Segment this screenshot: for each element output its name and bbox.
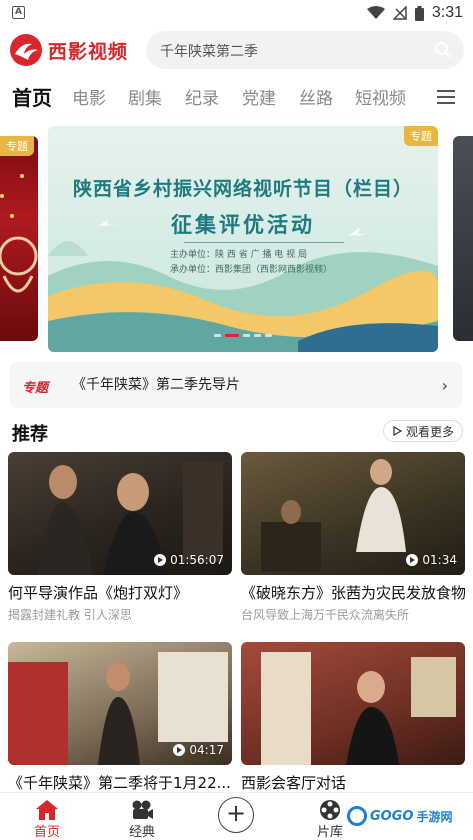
tab-home[interactable]: 首页 <box>12 82 52 111</box>
video-thumbnail[interactable] <box>241 642 465 765</box>
bottom-tab-classic[interactable]: 经典 <box>112 799 172 840</box>
status-icons: 3:31 <box>366 4 463 22</box>
film-camera-icon <box>132 800 153 819</box>
bottom-tab-label: 首页 <box>33 825 60 840</box>
banner-carousel[interactable]: 专题 专题 陕西省乡村振兴网络视听节目（栏目） 征集评优活动 主办单位：陕 西 … <box>0 126 473 354</box>
banner-subtitle: 征集评优活动 <box>171 213 315 237</box>
video-thumbnail[interactable]: 01:34 <box>241 452 465 575</box>
app-logo[interactable]: 西影视频 <box>10 32 140 68</box>
bottom-tab-label: 片库 <box>316 825 343 840</box>
video-subtitle: 台风导致上海万千民众流离失所 <box>241 608 410 622</box>
video-thumbnail[interactable]: 04:17 <box>8 642 232 765</box>
home-icon <box>36 800 58 820</box>
play-icon <box>406 554 419 566</box>
watermark-brand: GOGO <box>370 808 414 824</box>
tab-documentary[interactable]: 纪录 <box>185 84 219 109</box>
banner-tag: 专题 <box>404 126 438 146</box>
play-outline-icon <box>393 426 402 436</box>
watermark-logo-icon <box>347 806 367 826</box>
duration-text: 04:17 <box>189 743 224 757</box>
search-placeholder: 千年陕菜第二季 <box>160 44 258 60</box>
carousel-dot[interactable] <box>214 334 221 337</box>
tab-series[interactable]: 剧集 <box>128 84 162 109</box>
app-header: 西影视频 千年陕菜第二季 <box>0 28 473 72</box>
tab-short-video[interactable]: 短视频 <box>355 84 406 109</box>
lantern-art-icon <box>0 174 38 293</box>
clock: 3:31 <box>431 4 463 21</box>
banner-next-card[interactable] <box>453 136 473 341</box>
watermark-suffix: 手游网 <box>416 809 453 824</box>
search-bar[interactable]: 千年陕菜第二季 <box>146 31 464 69</box>
video-title: 西影会客厅对话 <box>241 774 347 792</box>
scene-figures-icon <box>261 652 456 765</box>
wifi-icon <box>366 6 385 19</box>
duration-text: 01:56:07 <box>170 553 224 567</box>
duration-text: 01:34 <box>422 553 457 567</box>
chevron-right-icon: › <box>441 376 448 395</box>
notice-text: 《千年陕菜》第二季先导片 <box>72 377 240 393</box>
no-signal-icon <box>392 6 407 20</box>
banner-prev-card[interactable]: 专题 <box>0 136 38 341</box>
search-icon[interactable] <box>434 41 452 59</box>
video-card[interactable]: 01:56:07 何平导演作品《炮打双灯》 揭露封建礼教 引人深思 <box>8 452 232 623</box>
video-subtitle: 揭露封建礼教 引人深思 <box>8 608 132 622</box>
bottom-navigation: 首页 经典 + 片库 GOGO 手游网 <box>0 792 473 840</box>
battery-icon <box>414 5 424 21</box>
video-card[interactable]: 01:34 《破晓东方》张茜为灾民发放食物 台风导致上海万千民众流离失所 <box>241 452 465 623</box>
video-duration: 01:56:07 <box>154 553 224 567</box>
carousel-dot[interactable] <box>243 334 250 337</box>
menu-icon[interactable] <box>437 90 455 104</box>
banner-organizer: 承办单位：西影集团（西影网西影视频） <box>170 265 333 275</box>
bottom-tab-label: 经典 <box>128 825 155 840</box>
carousel-dot[interactable] <box>254 334 261 337</box>
video-thumbnail[interactable]: 01:56:07 <box>8 452 232 575</box>
logo-text: 西影视频 <box>48 40 129 63</box>
special-topic-badge: 专题 <box>22 381 49 396</box>
film-reel-icon <box>320 800 340 820</box>
section-title-recommend: 推荐 <box>12 424 48 445</box>
video-title: 何平导演作品《炮打双灯》 <box>8 584 189 602</box>
video-title: 《破晓东方》张茜为灾民发放食物 <box>241 584 465 602</box>
carousel-dot[interactable] <box>265 334 272 337</box>
special-topic-notice[interactable]: 专题 《千年陕菜》第二季先导片 › <box>10 362 462 408</box>
status-bar: A 3:31 <box>0 0 473 28</box>
carousel-dot-active[interactable] <box>225 334 239 337</box>
banner-prev-tag: 专题 <box>0 136 34 156</box>
carousel-indicator <box>48 334 438 337</box>
video-card[interactable]: 04:17 《千年陕菜》第二季将于1月22... <box>8 642 232 793</box>
video-duration: 04:17 <box>173 743 224 757</box>
banner-title: 陕西省乡村振兴网络视听节目（栏目） <box>72 178 413 200</box>
tab-movies[interactable]: 电影 <box>72 84 106 109</box>
bottom-tab-home[interactable]: 首页 <box>17 799 77 840</box>
play-icon <box>173 744 186 756</box>
site-watermark: GOGO 手游网 <box>347 801 467 831</box>
tab-party[interactable]: 党建 <box>242 84 276 109</box>
tab-silk-road[interactable]: 丝路 <box>299 84 333 109</box>
video-title: 《千年陕菜》第二季将于1月22... <box>8 774 231 792</box>
add-button[interactable]: + <box>218 797 254 833</box>
banner-divider <box>184 242 344 243</box>
category-tabs: 首页 电影 剧集 纪录 党建 丝路 短视频 <box>0 78 473 118</box>
see-more-button[interactable]: 观看更多 <box>382 420 463 442</box>
play-icon <box>154 554 167 566</box>
landscape-art-icon <box>48 220 438 352</box>
video-duration: 01:34 <box>406 553 457 567</box>
banner-main[interactable]: 专题 陕西省乡村振兴网络视听节目（栏目） 征集评优活动 主办单位：陕 西 省 广… <box>48 126 438 352</box>
video-card[interactable]: 西影会客厅对话 <box>241 642 465 793</box>
see-more-label: 观看更多 <box>405 424 454 439</box>
logo-mark-icon <box>10 34 42 66</box>
banner-host: 主办单位：陕 西 省 广 播 电 视 局 <box>170 250 308 260</box>
notification-a-icon: A <box>12 6 25 19</box>
